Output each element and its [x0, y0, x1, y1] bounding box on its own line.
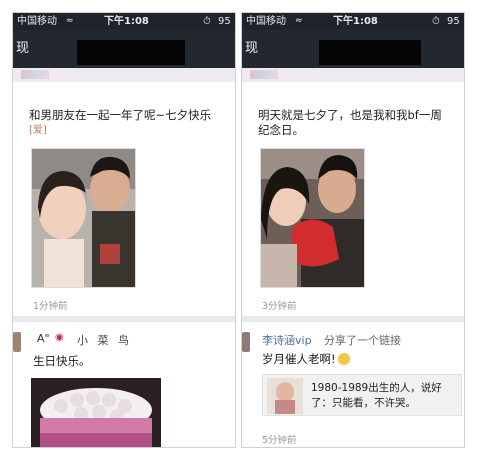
- status-bar: 中国移动 ≈ 下午1:08 ⏱ 95: [13, 13, 235, 30]
- avatar[interactable]: [242, 332, 250, 352]
- post-text-line: 岁月催人老啊!: [262, 352, 336, 366]
- post-text-line: 和男朋友在一起一年了呢~七夕快乐: [29, 108, 212, 122]
- blurred-author-strip: [242, 68, 464, 82]
- clock: 下午1:08: [104, 16, 149, 27]
- wifi-icon: ≈: [295, 16, 303, 26]
- post-timestamp: 1分钟前: [33, 301, 68, 312]
- post-author-suffix: 小 菜 鸟: [77, 334, 132, 347]
- feed-post[interactable]: 明天就是七夕了，也是我和我bf一周 纪念日。 3分钟前: [242, 68, 464, 316]
- feed-screen-left: 中国移动 ≈ 下午1:08 ⏱ 95 现 和男朋友在一起一年了呢~七夕快乐 [爱…: [12, 12, 236, 448]
- feed-post[interactable]: A" ◉ 小 菜 鸟 生日快乐。: [13, 322, 235, 447]
- post-text-line: 明天就是七夕了，也是我和我bf一周: [258, 108, 442, 122]
- carrier-label: 中国移动: [246, 16, 286, 27]
- couple-photo-image: [32, 149, 135, 287]
- link-title-line: 1980-1989出生的人，说好: [311, 382, 442, 394]
- post-photo[interactable]: [31, 148, 136, 288]
- post-text: 明天就是七夕了，也是我和我bf一周 纪念日。: [258, 108, 458, 138]
- post-text: 生日快乐。: [33, 354, 91, 368]
- link-title: 1980-1989出生的人，说好 了：只能看，不许哭。: [311, 381, 464, 411]
- feed-screen-right: 中国移动 ≈ 下午1:08 ⏱ 95 现 明天就是七夕了，也是我和我bf一周 纪…: [241, 12, 465, 448]
- couple-photo-image: [261, 149, 364, 287]
- nav-bar: 现: [13, 30, 235, 68]
- status-bar: 中国移动 ≈ 下午1:08 ⏱ 95: [242, 13, 464, 30]
- alarm-icon: ⏱: [432, 16, 440, 27]
- lips-icon: ◉: [55, 332, 64, 343]
- battery-label: 95: [447, 16, 460, 27]
- link-thumbnail: [267, 378, 303, 414]
- post-text: 和男朋友在一起一年了呢~七夕快乐 [爱]: [29, 108, 229, 138]
- redacted-title: [77, 40, 185, 65]
- avatar[interactable]: [13, 332, 21, 352]
- alarm-icon: ⏱: [203, 16, 211, 27]
- post-photo[interactable]: [260, 148, 365, 288]
- post-author[interactable]: 李诗涵vip: [262, 332, 312, 348]
- post-text: 岁月催人老啊!: [262, 352, 462, 367]
- wifi-icon: ≈: [66, 16, 74, 26]
- post-author[interactable]: A": [37, 332, 50, 345]
- nav-bar: 现: [242, 30, 464, 68]
- back-button[interactable]: 现: [16, 30, 29, 68]
- post-text-line-2: 纪念日。: [258, 123, 304, 137]
- post-timestamp: 5分钟前: [262, 435, 297, 446]
- feed-post[interactable]: 和男朋友在一起一年了呢~七夕快乐 [爱] 1分钟前: [13, 68, 235, 316]
- battery-label: 95: [218, 16, 231, 27]
- post-action: 分享了一个链接: [324, 334, 401, 347]
- carrier-label: 中国移动: [17, 16, 57, 27]
- link-title-line-2: 了：只能看，不许哭。: [311, 397, 416, 409]
- shared-link-card[interactable]: 1980-1989出生的人，说好 了：只能看，不许哭。: [262, 374, 462, 416]
- cake-image: [31, 378, 161, 447]
- blurred-author-strip: [13, 68, 235, 82]
- link-thumbnail-image: [267, 378, 303, 414]
- laugh-emoji-icon: [337, 353, 350, 365]
- redacted-title: [319, 40, 421, 65]
- post-timestamp: 3分钟前: [262, 301, 297, 312]
- back-button[interactable]: 现: [245, 30, 258, 68]
- post-emoticons: [爱]: [29, 125, 47, 136]
- cake-photo[interactable]: [31, 378, 161, 447]
- clock: 下午1:08: [333, 16, 378, 27]
- feed-post[interactable]: 李诗涵vip 分享了一个链接 岁月催人老啊! 1980-1989出生的人，说好 …: [242, 322, 464, 447]
